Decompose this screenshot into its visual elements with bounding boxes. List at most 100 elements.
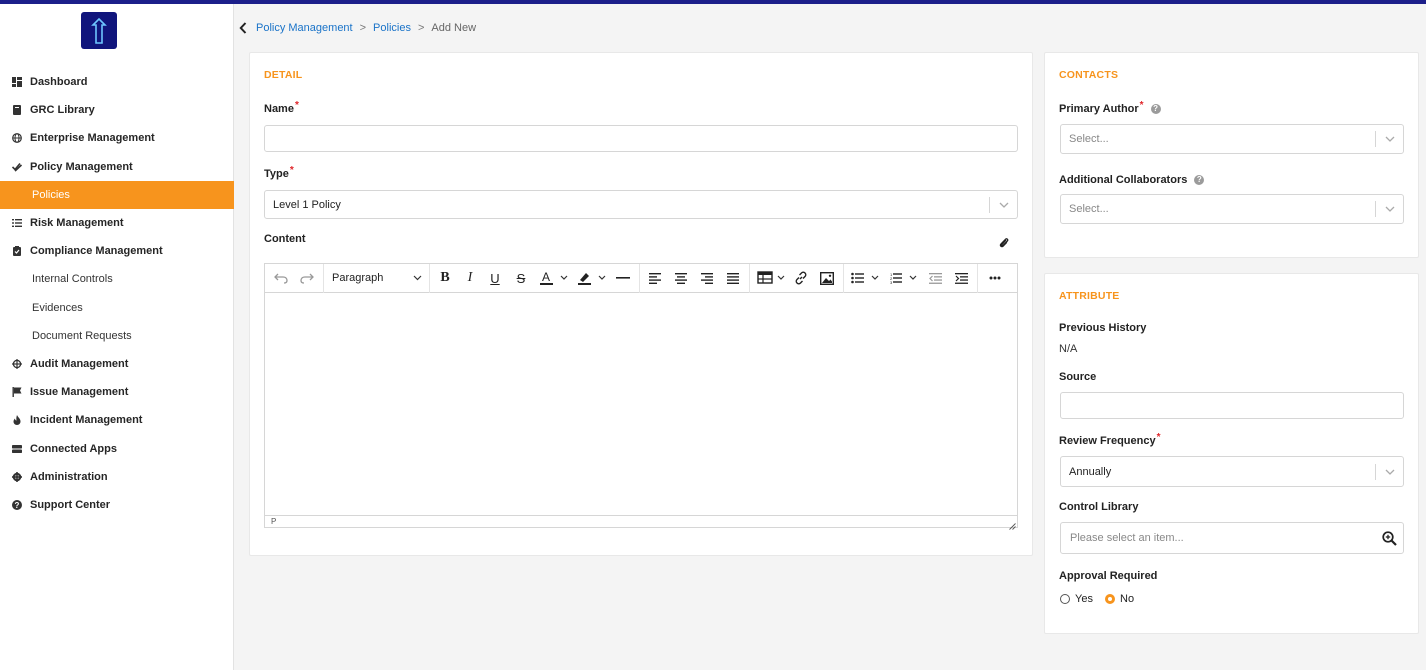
approval-yes-label: Yes <box>1075 593 1093 605</box>
double-check-icon <box>12 162 22 172</box>
detail-section-title: DETAIL <box>264 69 303 81</box>
chevron-down-icon[interactable] <box>1376 469 1403 475</box>
previous-history-value: N/A <box>1059 343 1078 355</box>
sidebar-item-compliance-management[interactable]: Compliance Management <box>0 237 234 265</box>
sidebar-item-label: Internal Controls <box>32 273 113 286</box>
undo-icon[interactable] <box>273 269 289 287</box>
sidebar-item-label: Issue Management <box>30 386 129 399</box>
breadcrumb-policies[interactable]: Policies <box>373 22 411 34</box>
sidebar-item-support-center[interactable]: ? Support Center <box>0 491 234 519</box>
sidebar-item-label: Document Requests <box>32 329 132 342</box>
sidebar-item-internal-controls[interactable]: Internal Controls <box>0 265 234 293</box>
sidebar-item-audit-management[interactable]: Audit Management <box>0 350 234 378</box>
approval-no-radio[interactable]: No <box>1105 593 1134 605</box>
align-justify-icon[interactable] <box>725 269 741 287</box>
editor-content-area[interactable] <box>265 293 1017 515</box>
horizontal-line-icon[interactable] <box>615 269 631 287</box>
strikethrough-icon[interactable]: S <box>513 269 529 287</box>
name-input[interactable] <box>264 125 1018 152</box>
approval-yes-radio[interactable]: Yes <box>1060 593 1093 605</box>
italic-icon[interactable]: I <box>462 269 478 287</box>
bullet-list-icon[interactable] <box>851 269 881 287</box>
svg-text:?: ? <box>15 501 20 510</box>
type-select[interactable]: Level 1 Policy <box>264 190 1018 219</box>
breadcrumb-separator: > <box>417 22 425 34</box>
align-right-icon[interactable] <box>699 269 715 287</box>
outdent-icon[interactable] <box>927 269 943 287</box>
sidebar-item-label: GRC Library <box>30 104 95 117</box>
more-options-icon[interactable] <box>985 269 1005 287</box>
sidebar-item-evidences[interactable]: Evidences <box>0 294 234 322</box>
source-input[interactable] <box>1060 392 1404 419</box>
sidebar-item-label: Connected Apps <box>30 442 117 455</box>
image-icon[interactable] <box>819 269 835 287</box>
svg-text:3: 3 <box>890 280 893 284</box>
attribute-section-title: ATTRIBUTE <box>1059 290 1120 302</box>
align-center-icon[interactable] <box>673 269 689 287</box>
clipboard-check-icon <box>12 246 22 257</box>
collaborators-placeholder: Select... <box>1069 203 1109 215</box>
chevron-down-icon[interactable] <box>990 202 1017 208</box>
content-label: Content <box>264 233 306 245</box>
block-format-select[interactable]: Paragraph <box>332 269 422 287</box>
back-button[interactable] <box>236 20 250 36</box>
chevron-down-icon[interactable] <box>1376 206 1403 212</box>
breadcrumb-policy-management[interactable]: Policy Management <box>256 22 353 34</box>
bold-icon[interactable]: B <box>437 269 453 287</box>
collaborators-select[interactable]: Select... <box>1060 194 1404 224</box>
primary-author-label: Primary Author*? <box>1059 100 1161 115</box>
help-icon[interactable]: ? <box>1150 103 1161 114</box>
chevron-down-icon[interactable] <box>1376 136 1403 142</box>
control-library-picker[interactable]: Please select an item... <box>1060 522 1404 554</box>
editor-toolbar: Paragraph B I U S A 123 <box>265 264 1017 293</box>
chevron-left-icon <box>239 22 247 34</box>
breadcrumb-separator: > <box>359 22 367 34</box>
radio-unchecked-icon <box>1060 594 1070 604</box>
redo-icon[interactable] <box>299 269 315 287</box>
sidebar-nav: Dashboard GRC Library Enterprise Managem… <box>0 68 234 519</box>
paperclip-icon[interactable] <box>998 237 1010 249</box>
editor-element-path[interactable]: P <box>271 517 276 526</box>
align-left-icon[interactable] <box>647 269 663 287</box>
block-format-value: Paragraph <box>332 272 384 284</box>
sidebar-item-label: Audit Management <box>30 357 129 370</box>
chevron-down-icon <box>413 275 422 281</box>
indent-icon[interactable] <box>953 269 969 287</box>
primary-author-select[interactable]: Select... <box>1060 124 1404 154</box>
sidebar: Dashboard GRC Library Enterprise Managem… <box>0 4 234 670</box>
gear-icon <box>12 471 22 482</box>
help-icon[interactable]: ? <box>1194 174 1205 185</box>
numbered-list-icon[interactable]: 123 <box>889 269 919 287</box>
sidebar-item-grc-library[interactable]: GRC Library <box>0 96 234 124</box>
radio-checked-icon <box>1105 594 1115 604</box>
app-logo[interactable] <box>81 12 117 49</box>
sidebar-item-policy-management[interactable]: Policy Management <box>0 153 234 181</box>
sidebar-item-enterprise-management[interactable]: Enterprise Management <box>0 124 234 152</box>
globe-icon <box>12 133 22 144</box>
book-icon <box>12 105 22 116</box>
underline-icon[interactable]: U <box>487 269 503 287</box>
sidebar-item-incident-management[interactable]: Incident Management <box>0 406 234 434</box>
sidebar-item-document-requests[interactable]: Document Requests <box>0 322 234 350</box>
sidebar-item-risk-management[interactable]: Risk Management <box>0 209 234 237</box>
search-zoom-icon[interactable] <box>1375 530 1403 546</box>
table-icon[interactable] <box>757 269 787 287</box>
highlight-color-icon[interactable] <box>577 269 607 287</box>
text-color-icon[interactable]: A <box>539 269 569 287</box>
contacts-section-title: CONTACTS <box>1059 69 1119 81</box>
sidebar-item-connected-apps[interactable]: Connected Apps <box>0 434 234 462</box>
primary-author-placeholder: Select... <box>1069 133 1109 145</box>
breadcrumb-current: Add New <box>431 22 477 34</box>
sidebar-item-dashboard[interactable]: Dashboard <box>0 68 234 96</box>
link-icon[interactable] <box>793 269 809 287</box>
name-label: Name* <box>264 100 299 115</box>
dashboard-icon <box>12 77 22 88</box>
sidebar-item-issue-management[interactable]: Issue Management <box>0 378 234 406</box>
sidebar-item-label: Compliance Management <box>30 245 163 258</box>
source-label: Source <box>1059 371 1097 383</box>
resize-handle-icon[interactable] <box>1009 519 1016 530</box>
fire-icon <box>12 415 22 426</box>
sidebar-item-administration[interactable]: Administration <box>0 463 234 491</box>
review-frequency-select[interactable]: Annually <box>1060 456 1404 487</box>
sidebar-item-policies[interactable]: Policies <box>0 180 234 209</box>
